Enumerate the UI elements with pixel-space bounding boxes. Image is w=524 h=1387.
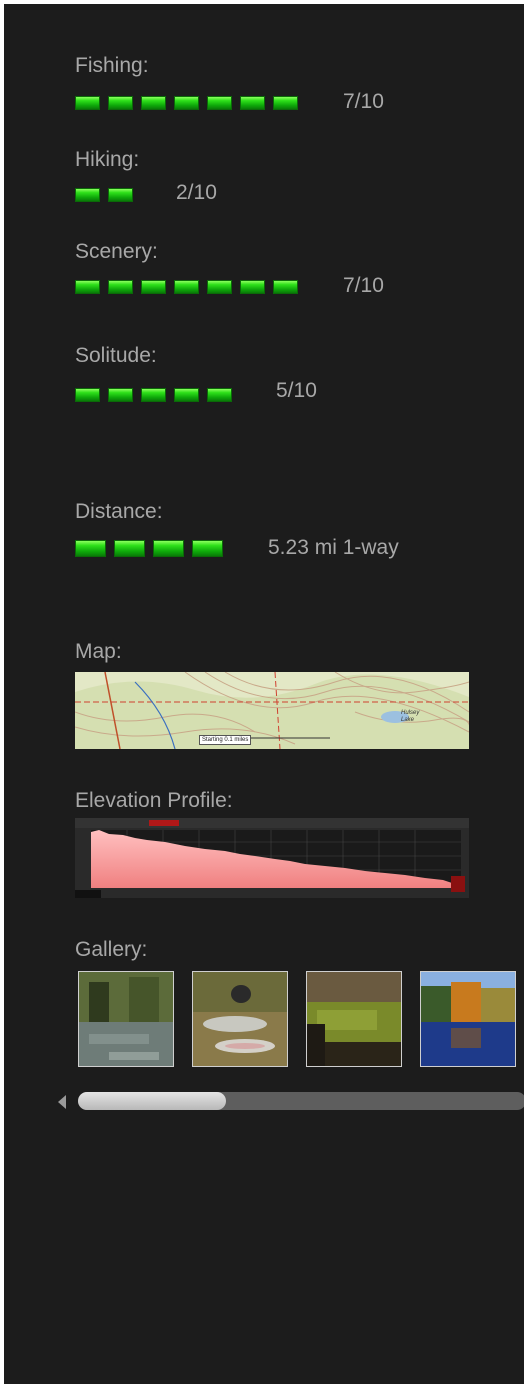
hiking-rating-bar <box>75 188 135 204</box>
distance-pip <box>192 540 223 557</box>
scenery-score: 7/10 <box>343 274 384 297</box>
rating-pip <box>75 280 100 294</box>
hiking-score: 2/10 <box>176 181 217 204</box>
rating-pip <box>174 280 199 294</box>
rating-pip <box>108 388 133 402</box>
gallery-thumbnail-fish[interactable] <box>192 971 288 1067</box>
elevation-profile-thumbnail[interactable] <box>75 818 469 898</box>
gallery-scrollbar[interactable] <box>58 1092 524 1112</box>
scrollbar-thumb[interactable] <box>78 1092 226 1110</box>
distance-pip <box>114 540 145 557</box>
fish-catch-photo-image <box>193 972 287 1066</box>
map-label: Map: <box>75 640 122 663</box>
rating-pip <box>273 280 298 294</box>
fishing-label: Fishing: <box>75 54 149 77</box>
fishing-score: 7/10 <box>343 90 384 113</box>
gallery-thumbnail-autumn-pond[interactable] <box>420 971 516 1067</box>
scenery-rating-bar <box>75 280 315 296</box>
rating-pip <box>141 280 166 294</box>
elevation-profile-chart <box>75 818 469 898</box>
rating-pip <box>108 188 133 202</box>
rating-pip <box>108 96 133 110</box>
autumn-pond-photo-image <box>421 972 515 1066</box>
rating-pip <box>240 280 265 294</box>
solitude-rating-bar <box>75 388 245 404</box>
map-marker-label: Starting 0.1 miles <box>199 735 252 745</box>
creek-photo-image <box>79 972 173 1066</box>
rating-pip <box>207 388 232 402</box>
rating-pip <box>141 96 166 110</box>
map-place-label: Hulsey Lake <box>401 710 420 723</box>
hiking-label: Hiking: <box>75 148 140 171</box>
rating-pip <box>240 96 265 110</box>
gallery-strip <box>78 971 524 1071</box>
rating-pip <box>273 96 298 110</box>
scenery-label: Scenery: <box>75 240 158 263</box>
distance-value: 5.23 mi 1-way <box>268 536 399 559</box>
rating-pip <box>75 96 100 110</box>
rating-pip <box>174 96 199 110</box>
gallery-label: Gallery: <box>75 938 148 961</box>
gallery-thumbnail-river-bank[interactable] <box>306 971 402 1067</box>
rating-pip <box>174 388 199 402</box>
trail-info-panel: Fishing: 7/10 Hiking: 2/10 Scenery: 7/10… <box>4 4 524 1384</box>
topo-map-thumbnail[interactable]: Hulsey Lake Starting 0.1 miles <box>75 672 469 749</box>
rating-pip <box>75 388 100 402</box>
rating-pip <box>141 388 166 402</box>
rating-pip <box>207 280 232 294</box>
fishing-rating-bar <box>75 96 315 112</box>
scroll-left-arrow-icon[interactable] <box>58 1095 66 1109</box>
distance-pip <box>75 540 106 557</box>
solitude-label: Solitude: <box>75 344 157 367</box>
rating-pip <box>207 96 232 110</box>
rating-pip <box>75 188 100 202</box>
rating-pip <box>108 280 133 294</box>
gallery-thumbnail-creek[interactable] <box>78 971 174 1067</box>
river-bank-photo-image <box>307 972 401 1066</box>
distance-label: Distance: <box>75 500 163 523</box>
elevation-label: Elevation Profile: <box>75 789 233 812</box>
distance-bar <box>75 540 235 557</box>
solitude-score: 5/10 <box>276 379 317 402</box>
distance-pip <box>153 540 184 557</box>
